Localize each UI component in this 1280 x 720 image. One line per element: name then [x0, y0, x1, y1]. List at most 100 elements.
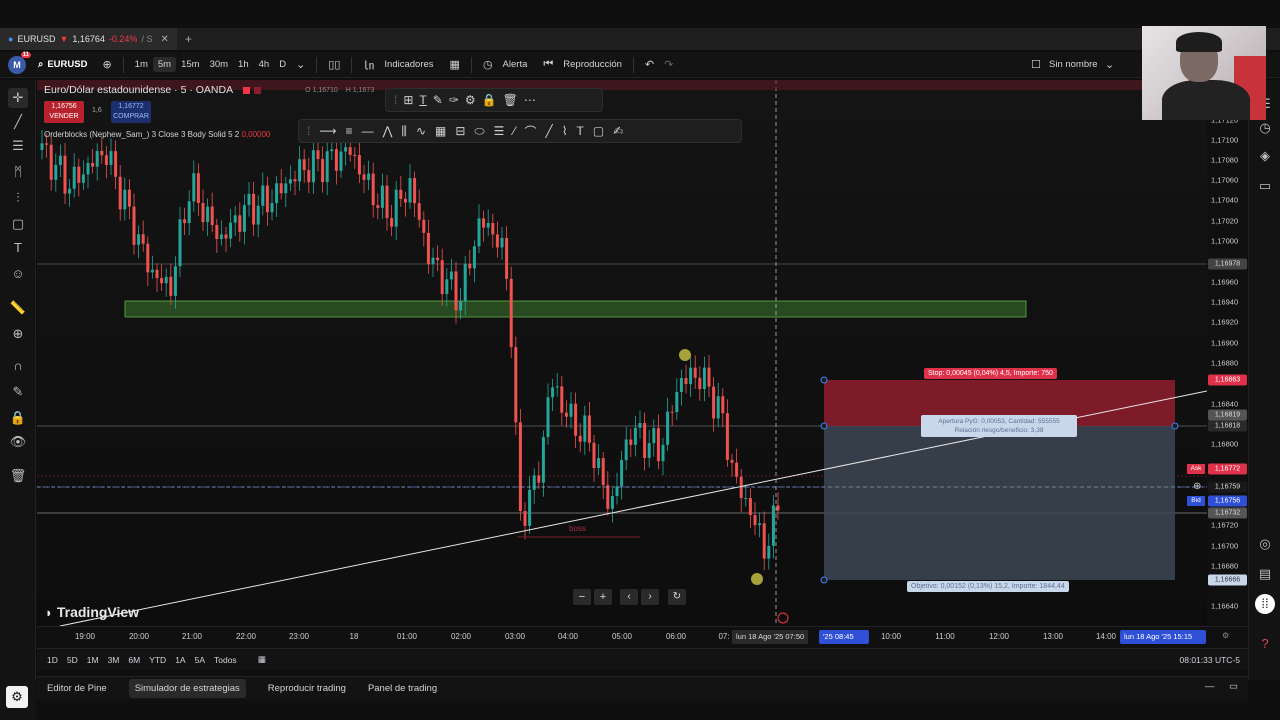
scroll-left-button[interactable]: ‹	[620, 589, 638, 605]
clock[interactable]: 08:01:33 UTC-5	[1180, 655, 1240, 665]
tab-close-icon[interactable]: ✕	[160, 34, 168, 45]
tab-replay-trading[interactable]: Reproducir trading	[268, 683, 346, 694]
forecast-icon[interactable]: ⫶	[8, 188, 28, 208]
grid-icon[interactable]: ▦	[435, 124, 446, 138]
text-icon[interactable]: T	[577, 124, 584, 138]
help-icon[interactable]: ?	[1255, 634, 1275, 654]
fill-color-icon[interactable]: ✎	[433, 93, 443, 107]
interval-30m[interactable]: 30m	[205, 57, 233, 72]
text-icon[interactable]: T	[8, 238, 28, 258]
trash-icon[interactable]: 🗑	[503, 93, 518, 107]
settings-gear-icon[interactable]: ⚙	[465, 93, 476, 107]
fib-retracement-icon[interactable]: ☰	[8, 136, 28, 156]
regression-icon[interactable]: ⊟	[455, 124, 465, 138]
fib-channel-icon[interactable]: ☰	[494, 124, 505, 138]
brush-icon[interactable]: ⁄	[513, 124, 515, 138]
tab-trading-panel[interactable]: Panel de trading	[368, 683, 437, 694]
patterns-icon[interactable]: ᛗ	[8, 162, 28, 182]
tab-strategy-tester[interactable]: Simulador de estrategias	[128, 679, 246, 698]
interval-15m[interactable]: 15m	[176, 57, 204, 72]
interval-1h[interactable]: 1h	[233, 57, 254, 72]
zoom-in-button[interactable]: +	[594, 589, 612, 605]
redo-icon[interactable]: ↷	[659, 58, 678, 71]
apps-grid-icon[interactable]: ⁞⁞	[1255, 594, 1275, 614]
drag-handle-icon[interactable]: ⁞	[307, 124, 310, 138]
template-icon[interactable]: ⊞	[403, 93, 413, 107]
bars-pattern-icon[interactable]: ⫼	[401, 124, 407, 139]
ruler-icon[interactable]: 📏	[8, 298, 28, 318]
chevron-down-icon[interactable]: ⌄	[291, 58, 310, 71]
zoom-in-icon[interactable]: ⊕	[8, 324, 28, 344]
line-icon[interactable]: ╱	[545, 124, 552, 138]
layout-name-button[interactable]: Sin nombre	[1044, 57, 1103, 72]
replay-button[interactable]: Reproducción	[558, 57, 627, 72]
range-5d[interactable]: 5D	[67, 655, 78, 665]
path-icon[interactable]: ⌇	[562, 124, 568, 138]
indicators-button[interactable]: Indicadores	[379, 57, 438, 72]
symbol-search-button[interactable]: ⌕ EURUSD	[38, 59, 87, 70]
drag-handle-icon[interactable]: ⁞	[394, 93, 397, 107]
horizontal-line-icon[interactable]: —	[362, 124, 374, 138]
range-ytd[interactable]: YTD	[149, 655, 166, 665]
range-6m[interactable]: 6M	[128, 655, 140, 665]
crosshair-add-icon[interactable]: ⊕	[1193, 481, 1201, 492]
maximize-panel-icon[interactable]: ▭	[1229, 681, 1238, 692]
reset-chart-button[interactable]: ↻	[668, 589, 686, 605]
chat-icon[interactable]: ▭	[1255, 176, 1275, 196]
new-tab-icon[interactable]: +	[185, 32, 192, 46]
scroll-right-button[interactable]: ›	[641, 589, 659, 605]
lock-icon[interactable]: 🔒	[8, 408, 28, 428]
go-to-date-icon[interactable]: ▦	[258, 654, 266, 665]
arc-icon[interactable]: ⌒	[524, 123, 536, 140]
trend-line-icon[interactable]: ╱	[8, 112, 28, 132]
parallel-channel-icon[interactable]: ≡	[346, 124, 353, 138]
emoji-icon[interactable]: ☺	[8, 264, 28, 284]
lock-icon[interactable]: 🔒	[482, 93, 497, 107]
trash-icon[interactable]: 🗑	[8, 466, 28, 486]
crosshair-icon[interactable]: ✛	[8, 88, 28, 108]
xabcd-pattern-icon[interactable]: ⋀	[383, 124, 393, 138]
candles-type-icon[interactable]: ▯▯	[323, 58, 345, 71]
range-1a[interactable]: 1A	[175, 655, 185, 665]
undo-icon[interactable]: ↶	[640, 58, 659, 71]
calendar-icon[interactable]: ▤	[1255, 564, 1275, 584]
range-1m[interactable]: 1M	[87, 655, 99, 665]
chart-tab[interactable]: ● EURUSD ▼ 1,16764 -0.24% / S ✕	[0, 28, 177, 50]
compare-add-icon[interactable]: ⊕	[97, 58, 116, 71]
lock-drawing-icon[interactable]: ✎	[8, 382, 28, 402]
alerts-clock-icon[interactable]: ◷	[1255, 118, 1275, 138]
indicator-legend[interactable]: Orderblocks (Nephew_Sam_) 3 Close 3 Body…	[44, 130, 270, 139]
chevron-down-icon[interactable]: ⌄	[1100, 58, 1119, 71]
range-all[interactable]: Todos	[214, 655, 237, 665]
checkbox-icon[interactable]: ☐	[1026, 58, 1046, 71]
range-5a[interactable]: 5A	[195, 655, 205, 665]
interval-5m[interactable]: 5m	[152, 57, 177, 72]
magnet-icon[interactable]: ∩	[8, 356, 28, 376]
sell-button[interactable]: 1,16756 VENDER	[44, 101, 84, 123]
alert-button[interactable]: Alerta	[498, 57, 533, 72]
gear-icon[interactable]: ⚙	[6, 686, 28, 708]
minimize-panel-icon[interactable]: —	[1205, 681, 1215, 692]
price-chart[interactable]	[37, 80, 1207, 626]
rectangle-icon[interactable]: ▢	[593, 124, 604, 138]
interval-4h[interactable]: 4h	[254, 57, 275, 72]
axis-settings-icon[interactable]: ⚙	[1222, 631, 1229, 640]
price-axis[interactable]: 1,16978 1,16863 1,16819 1,16818 Ask 1,16…	[1187, 80, 1248, 626]
pencil-icon[interactable]: ✍	[613, 124, 623, 138]
zoom-out-button[interactable]: −	[573, 589, 591, 605]
elliott-wave-icon[interactable]: ∿	[416, 124, 426, 138]
ellipse-icon[interactable]: ⬭	[474, 124, 484, 139]
range-1d[interactable]: 1D	[47, 655, 58, 665]
avatar[interactable]: M 11	[8, 51, 31, 74]
layers-icon[interactable]: ◈	[1255, 146, 1275, 166]
text-format-icon[interactable]: T	[419, 93, 426, 107]
time-axis[interactable]: 14:00 13:00 12:00 11:00 10:00 07: 06:00 05:00 04…	[37, 626, 1248, 646]
horizontal-ray-icon[interactable]: ⟶	[319, 124, 336, 138]
shapes-icon[interactable]: ▢	[8, 214, 28, 234]
templates-icon[interactable]: ▦	[445, 58, 465, 71]
eye-icon[interactable]: 👁	[8, 432, 28, 452]
interval-1m[interactable]: 1m	[130, 57, 153, 72]
chart-pane[interactable]: boss Stop: 0,00045 (0,04%) 4,5, Importe:…	[37, 80, 1207, 626]
range-3m[interactable]: 3M	[108, 655, 120, 665]
more-icon[interactable]: ⋯	[524, 93, 536, 107]
